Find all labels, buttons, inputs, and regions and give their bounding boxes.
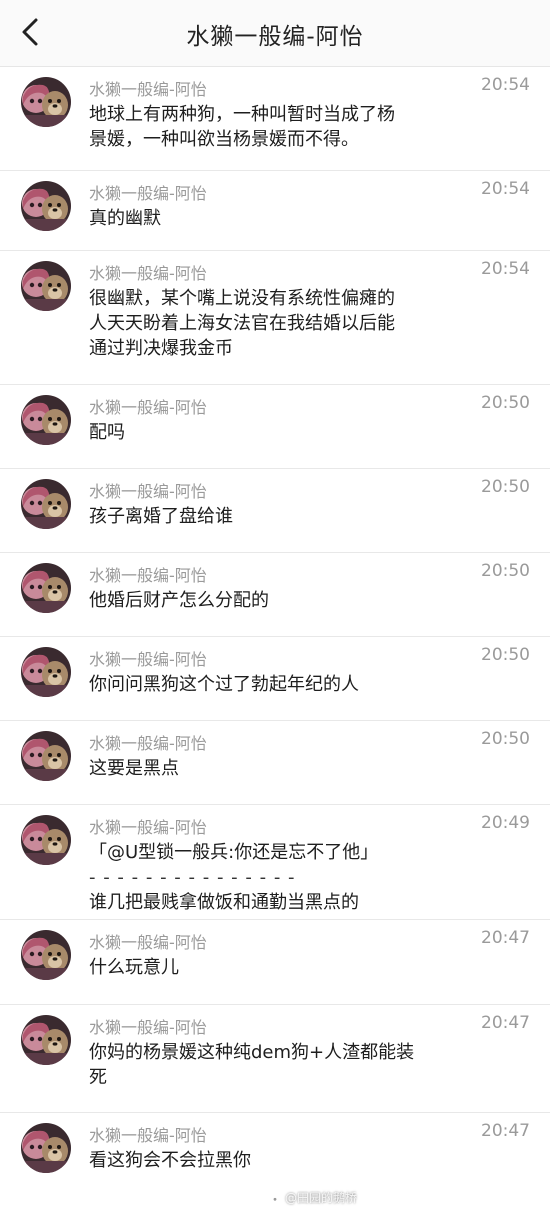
avatar[interactable] bbox=[21, 563, 71, 613]
message-time: 20:50 bbox=[481, 645, 530, 665]
message-time: 20:47 bbox=[481, 928, 530, 948]
message-line: 谁几把最贱拿做饭和通勤当黑点的 bbox=[89, 892, 359, 913]
weibo-icon bbox=[270, 1194, 281, 1203]
avatar[interactable] bbox=[21, 395, 71, 445]
message-line: 你问问黑狗这个过了勃起年纪的人 bbox=[89, 674, 359, 695]
message-text: 你妈的杨景媛这种纯dem狗+人渣都能装死 bbox=[89, 1040, 479, 1090]
avatar[interactable] bbox=[21, 77, 71, 127]
message-text: 很幽默，某个嘴上说没有系统性偏瘫的 人天天盼着上海女法官在我结婚以后能 通过判决爆我… bbox=[89, 286, 479, 361]
avatar[interactable] bbox=[21, 1015, 71, 1065]
message-item[interactable]: 水獭一般编-阿怡 20:54 很幽默，某个嘴上说没有系统性偏瘫的 人天天盼着上海女法官… bbox=[0, 251, 550, 385]
chat-screen: 水獭一般编-阿怡 水獭一般编-阿怡 20:54 地球上有两种狗，一种叫暂时当成了杨景… bbox=[0, 0, 550, 1216]
avatar[interactable] bbox=[21, 181, 71, 231]
avatar[interactable] bbox=[21, 1123, 71, 1173]
sender-name: 水獭一般编-阿怡 bbox=[89, 818, 207, 837]
message-time: 20:50 bbox=[481, 477, 530, 497]
message-item[interactable]: 水獭一般编-阿怡 20:49 「@U型锁一般兵:你还是忘不了他」 - - - - - … bbox=[0, 805, 550, 920]
message-time: 20:54 bbox=[481, 179, 530, 199]
message-text: 孩子离婚了盘给谁 bbox=[89, 504, 479, 529]
nav-bar: 水獭一般编-阿怡 bbox=[0, 0, 550, 67]
message-text: 什么玩意儿 bbox=[89, 955, 479, 980]
message-time: 20:50 bbox=[481, 393, 530, 413]
message-line: 通过判决爆我金币 bbox=[89, 338, 233, 359]
quote-divider: - - - - - - - - - - - - - - - bbox=[89, 867, 296, 888]
message-text: 看这狗会不会拉黑你 bbox=[89, 1148, 479, 1173]
watermark-text: @田园的鹅桥 bbox=[285, 1191, 358, 1205]
message-text: 真的幽默 bbox=[89, 206, 479, 231]
message-line: 人天天盼着上海女法官在我结婚以后能 bbox=[89, 313, 395, 334]
sender-name: 水獭一般编-阿怡 bbox=[89, 566, 207, 585]
message-text: 这要是黑点 bbox=[89, 756, 479, 781]
message-line: 「@U型锁一般兵:你还是忘不了他」 bbox=[89, 842, 379, 863]
message-text: 「@U型锁一般兵:你还是忘不了他」 - - - - - - - - - - - -… bbox=[89, 840, 479, 915]
sender-name: 水獭一般编-阿怡 bbox=[89, 264, 207, 283]
avatar[interactable] bbox=[21, 647, 71, 697]
message-text: 你问问黑狗这个过了勃起年纪的人 bbox=[89, 672, 479, 697]
message-line: 这要是黑点 bbox=[89, 758, 179, 779]
sender-name: 水獭一般编-阿怡 bbox=[89, 184, 207, 203]
message-text: 配吗 bbox=[89, 420, 479, 445]
message-line: 很幽默，某个嘴上说没有系统性偏瘫的 bbox=[89, 288, 395, 309]
message-line: 地球上有两种狗，一种叫暂时当成了杨 bbox=[89, 104, 395, 125]
message-text: 他婚后财产怎么分配的 bbox=[89, 588, 479, 613]
message-time: 20:54 bbox=[481, 75, 530, 95]
message-line: 孩子离婚了盘给谁 bbox=[89, 506, 233, 527]
message-line: 他婚后财产怎么分配的 bbox=[89, 590, 269, 611]
sender-name: 水獭一般编-阿怡 bbox=[89, 482, 207, 501]
sender-name: 水獭一般编-阿怡 bbox=[89, 1018, 207, 1037]
message-item[interactable]: 水獭一般编-阿怡 20:50 这要是黑点 bbox=[0, 721, 550, 805]
message-line: 景媛，一种叫欲当杨景媛而不得。 bbox=[89, 129, 359, 150]
message-item[interactable]: 水獭一般编-阿怡 20:47 你妈的杨景媛这种纯dem狗+人渣都能装死 bbox=[0, 1005, 550, 1113]
sender-name: 水獭一般编-阿怡 bbox=[89, 734, 207, 753]
message-line: 看这狗会不会拉黑你 bbox=[89, 1150, 251, 1171]
message-time: 20:50 bbox=[481, 561, 530, 581]
avatar[interactable] bbox=[21, 261, 71, 311]
message-line: 什么玩意儿 bbox=[89, 957, 179, 978]
message-item[interactable]: 水獭一般编-阿怡 20:54 真的幽默 bbox=[0, 171, 550, 251]
message-item[interactable]: 水獭一般编-阿怡 20:47 什么玩意儿 bbox=[0, 920, 550, 1005]
avatar[interactable] bbox=[21, 815, 71, 865]
watermark: @田园的鹅桥 bbox=[270, 1189, 357, 1206]
message-time: 20:54 bbox=[481, 259, 530, 279]
sender-name: 水獭一般编-阿怡 bbox=[89, 1126, 207, 1145]
message-line: 你妈的杨景媛这种纯dem狗+人渣都能装 bbox=[89, 1042, 415, 1063]
message-item[interactable]: 水獭一般编-阿怡 20:50 你问问黑狗这个过了勃起年纪的人 bbox=[0, 637, 550, 721]
avatar[interactable] bbox=[21, 479, 71, 529]
message-item[interactable]: 水獭一般编-阿怡 20:50 孩子离婚了盘给谁 bbox=[0, 469, 550, 553]
avatar[interactable] bbox=[21, 731, 71, 781]
message-item[interactable]: 水獭一般编-阿怡 20:54 地球上有两种狗，一种叫暂时当成了杨 景媛，一种叫欲当杨景… bbox=[0, 67, 550, 171]
message-time: 20:50 bbox=[481, 729, 530, 749]
sender-name: 水獭一般编-阿怡 bbox=[89, 398, 207, 417]
sender-name: 水獭一般编-阿怡 bbox=[89, 933, 207, 952]
message-time: 20:47 bbox=[481, 1121, 530, 1141]
chat-title: 水獭一般编-阿怡 bbox=[186, 24, 364, 50]
message-time: 20:47 bbox=[481, 1013, 530, 1033]
message-item[interactable]: 水獭一般编-阿怡 20:50 配吗 bbox=[0, 385, 550, 469]
message-line: 死 bbox=[89, 1067, 107, 1088]
message-line: 真的幽默 bbox=[89, 208, 161, 229]
sender-name: 水獭一般编-阿怡 bbox=[89, 80, 207, 99]
message-line: 配吗 bbox=[89, 422, 125, 443]
message-list[interactable]: 水獭一般编-阿怡 20:54 地球上有两种狗，一种叫暂时当成了杨 景媛，一种叫欲当杨景… bbox=[0, 67, 550, 1216]
sender-name: 水獭一般编-阿怡 bbox=[89, 650, 207, 669]
message-time: 20:49 bbox=[481, 813, 530, 833]
avatar[interactable] bbox=[21, 930, 71, 980]
message-item[interactable]: 水獭一般编-阿怡 20:50 他婚后财产怎么分配的 bbox=[0, 553, 550, 637]
message-text: 地球上有两种狗，一种叫暂时当成了杨 景媛，一种叫欲当杨景媛而不得。 bbox=[89, 102, 479, 152]
